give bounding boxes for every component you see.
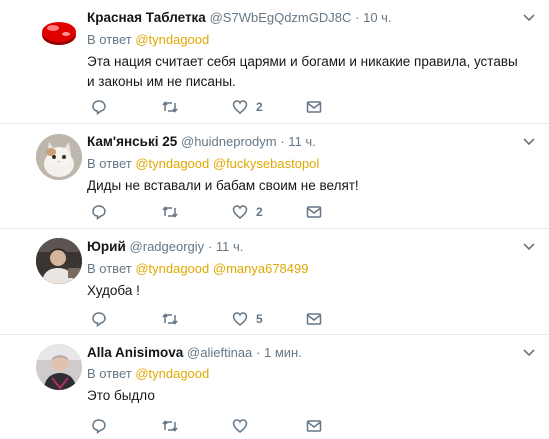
user-handle[interactable]: @S7WbEgQdzmGDJ8C bbox=[210, 10, 352, 25]
user-handle[interactable]: @radgeorgiy bbox=[130, 239, 205, 254]
tweet-text: Диды не вставали и бабам своим не велят! bbox=[87, 178, 359, 193]
envelope-icon bbox=[306, 420, 322, 432]
like-count: 5 bbox=[256, 312, 263, 326]
mention-link[interactable]: @tyndagood bbox=[135, 156, 209, 171]
retweet-icon bbox=[162, 101, 178, 113]
tweet-actions: 2 bbox=[87, 202, 327, 222]
like-button[interactable]: 5 bbox=[232, 309, 263, 329]
envelope-icon bbox=[306, 101, 322, 113]
mention-link[interactable]: @manya678499 bbox=[213, 261, 309, 276]
chevron-down-icon[interactable] bbox=[523, 138, 535, 146]
timestamp[interactable]: · 1 мин. bbox=[256, 345, 302, 360]
reply-context: В ответ @tyndagood @manya678499 bbox=[87, 261, 308, 276]
user-handle[interactable]: @alieftinaa bbox=[187, 345, 252, 360]
reply-prefix: В ответ bbox=[87, 366, 132, 381]
reply-prefix: В ответ bbox=[87, 156, 132, 171]
mention-link[interactable]: @tyndagood bbox=[135, 32, 209, 47]
reply-button[interactable] bbox=[91, 97, 107, 117]
reply-icon bbox=[92, 100, 106, 115]
avatar[interactable] bbox=[36, 134, 82, 180]
retweet-icon bbox=[162, 313, 178, 325]
user-name[interactable]: Красная Таблетка bbox=[87, 10, 206, 25]
cat-photo bbox=[36, 134, 82, 180]
avatar[interactable] bbox=[36, 10, 82, 56]
retweet-button[interactable] bbox=[161, 97, 179, 117]
reply-button[interactable] bbox=[91, 416, 107, 436]
tweet-actions: 5 bbox=[87, 309, 327, 329]
chevron-down-icon[interactable] bbox=[523, 243, 535, 251]
mention-link[interactable]: @tyndagood bbox=[135, 261, 209, 276]
reply-icon bbox=[92, 419, 106, 434]
direct-message-button[interactable] bbox=[306, 416, 322, 436]
user-photo bbox=[36, 344, 82, 390]
tweet-header: Кам'янські 25 @huidneprodym · 11 ч. bbox=[87, 134, 316, 149]
avatar[interactable] bbox=[36, 238, 82, 284]
like-count: 2 bbox=[256, 205, 263, 219]
tweet-text: Это быдло bbox=[87, 388, 155, 403]
heart-icon bbox=[232, 205, 248, 219]
like-button[interactable]: 2 bbox=[232, 97, 263, 117]
envelope-icon bbox=[306, 313, 322, 325]
chevron-down-icon[interactable] bbox=[523, 349, 535, 357]
reply-button[interactable] bbox=[91, 309, 107, 329]
heart-icon bbox=[232, 100, 248, 114]
retweet-icon bbox=[162, 420, 178, 432]
tweet-header: Юрий @radgeorgiy · 11 ч. bbox=[87, 239, 243, 254]
chevron-down-icon[interactable] bbox=[523, 14, 535, 22]
envelope-icon bbox=[306, 206, 322, 218]
retweet-button[interactable] bbox=[161, 202, 179, 222]
reply-context: В ответ @tyndagood bbox=[87, 366, 209, 381]
red-pill-icon bbox=[42, 22, 76, 45]
direct-message-button[interactable] bbox=[306, 309, 322, 329]
mention-link[interactable]: @tyndagood bbox=[135, 366, 209, 381]
tweet-header: Красная Таблетка @S7WbEgQdzmGDJ8C · 10 ч… bbox=[87, 10, 392, 25]
tweet-text: Эта нация считает себя царями и богами и… bbox=[87, 54, 518, 89]
reply-button[interactable] bbox=[91, 202, 107, 222]
reply-prefix: В ответ bbox=[87, 261, 132, 276]
user-name[interactable]: Alla Anisimova bbox=[87, 345, 183, 360]
tweet-actions: 2 bbox=[87, 97, 327, 117]
tweet[interactable]: Красная Таблетка @S7WbEgQdzmGDJ8C · 10 ч… bbox=[0, 0, 549, 124]
like-count: 2 bbox=[256, 100, 263, 114]
direct-message-button[interactable] bbox=[306, 202, 322, 222]
mention-link[interactable]: @fuckysebastopol bbox=[213, 156, 319, 171]
timestamp[interactable]: · 10 ч. bbox=[355, 10, 391, 25]
tweet[interactable]: Юрий @radgeorgiy · 11 ч. В ответ @tyndag… bbox=[0, 229, 549, 335]
user-name[interactable]: Юрий bbox=[87, 239, 126, 254]
like-button[interactable] bbox=[232, 416, 256, 436]
reply-icon bbox=[92, 312, 106, 327]
tweet-actions bbox=[87, 416, 327, 436]
retweet-button[interactable] bbox=[161, 309, 179, 329]
heart-icon bbox=[232, 312, 248, 326]
reply-context: В ответ @tyndagood @fuckysebastopol bbox=[87, 156, 319, 171]
retweet-button[interactable] bbox=[161, 416, 179, 436]
timestamp[interactable]: · 11 ч. bbox=[280, 134, 315, 149]
tweet[interactable]: Alla Anisimova @alieftinaa · 1 мин. В от… bbox=[0, 335, 549, 439]
user-handle[interactable]: @huidneprodym bbox=[181, 134, 277, 149]
user-photo bbox=[36, 238, 82, 284]
timestamp[interactable]: · 11 ч. bbox=[208, 239, 243, 254]
direct-message-button[interactable] bbox=[306, 97, 322, 117]
avatar[interactable] bbox=[36, 344, 82, 390]
tweet[interactable]: Кам'янські 25 @huidneprodym · 11 ч. В от… bbox=[0, 124, 549, 229]
like-button[interactable]: 2 bbox=[232, 202, 263, 222]
reply-prefix: В ответ bbox=[87, 32, 132, 47]
tweet-header: Alla Anisimova @alieftinaa · 1 мин. bbox=[87, 345, 302, 360]
reply-context: В ответ @tyndagood bbox=[87, 32, 209, 47]
tweet-text: Худоба ! bbox=[87, 283, 140, 298]
heart-icon bbox=[232, 419, 248, 433]
retweet-icon bbox=[162, 206, 178, 218]
reply-icon bbox=[92, 205, 106, 220]
user-name[interactable]: Кам'янські 25 bbox=[87, 134, 177, 149]
